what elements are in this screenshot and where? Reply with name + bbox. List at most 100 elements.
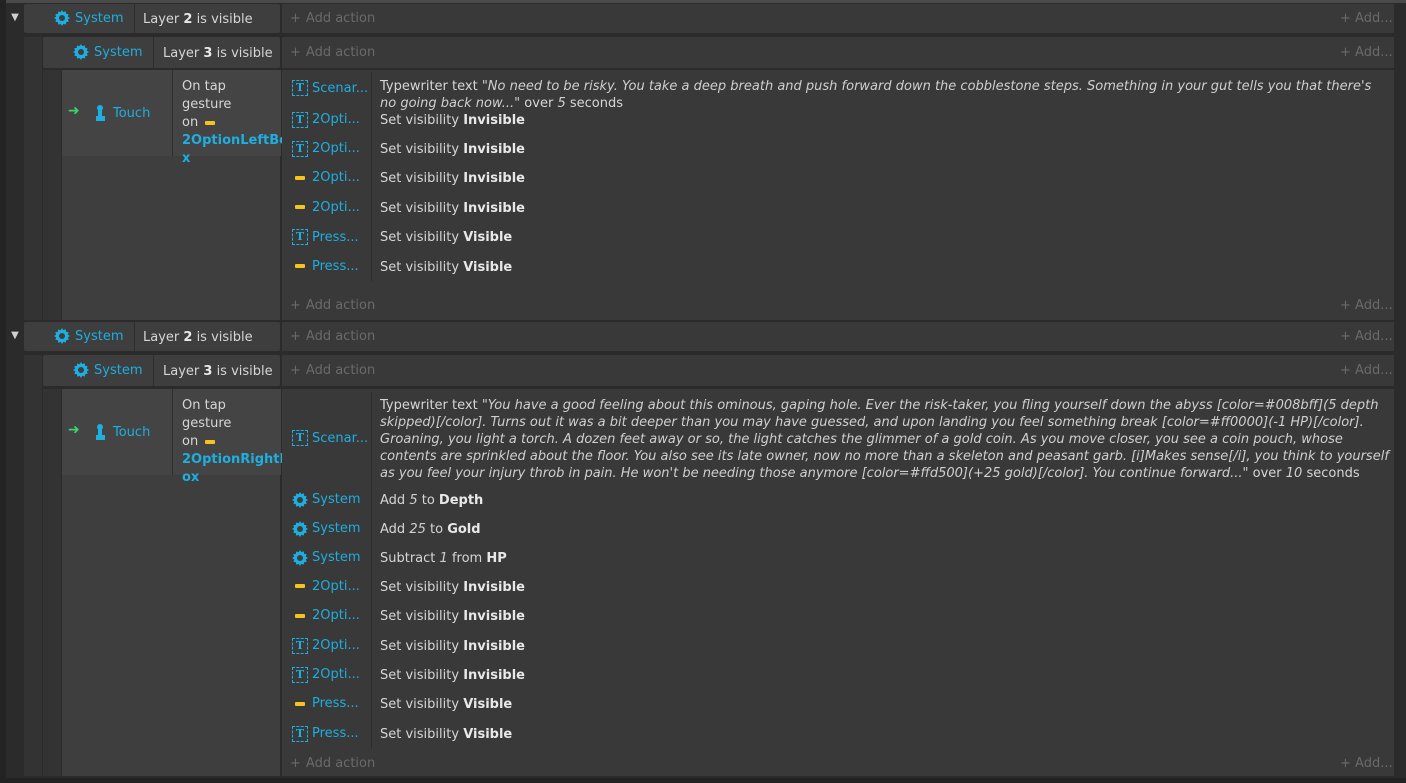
text-part: Layer <box>143 12 184 27</box>
action-object[interactable]: System <box>292 520 372 537</box>
event-condition-outer[interactable]: System Layer 2 is visible <box>24 4 280 33</box>
add-action-button[interactable]: + Add action <box>290 11 375 26</box>
condition-object[interactable]: Touch <box>92 423 150 441</box>
action-object[interactable]: T 2Opti... <box>292 140 372 157</box>
outer-action-area <box>282 4 1394 33</box>
action-object[interactable]: T Press... <box>292 229 372 245</box>
add-action-button[interactable]: + Add action <box>290 756 375 771</box>
sprite-icon <box>295 701 305 706</box>
text-part: Add... <box>1355 45 1393 60</box>
action-row[interactable]: System Subtract 1 from HP <box>282 544 1394 573</box>
action-row[interactable]: 2Opti... Set visibility Invisible <box>282 164 1394 194</box>
sprite-icon <box>295 205 305 209</box>
action-object[interactable]: T Scenar... <box>292 80 372 96</box>
action-row[interactable]: T 2Opti... Set visibility Invisible <box>282 106 1394 135</box>
add-menu-button[interactable]: + Add... <box>1340 298 1393 313</box>
add-menu-button[interactable]: + Add... <box>1340 756 1393 771</box>
action-object[interactable]: Press... <box>292 696 372 711</box>
action-row[interactable]: T Press... Set visibility Visible <box>282 720 1394 749</box>
text-part: on <box>182 115 199 130</box>
add-action-button[interactable]: + Add action <box>290 363 375 378</box>
action-row[interactable]: System Add 25 to Gold <box>282 515 1394 544</box>
value-bold: Invisible <box>463 668 525 683</box>
add-menu-button[interactable]: + Add... <box>1340 363 1393 378</box>
condition-object[interactable]: System <box>73 44 142 60</box>
action-object[interactable]: T Scenar... <box>292 430 372 446</box>
column-divider <box>371 106 372 135</box>
add-menu-button[interactable]: + Add... <box>1340 11 1393 26</box>
text-part: Add <box>380 493 410 508</box>
condition-object[interactable]: System <box>54 10 123 26</box>
action-object[interactable]: T 2Opti... <box>292 637 372 654</box>
condition-text: Layer 2 is visible <box>143 11 253 28</box>
trigger-condition[interactable]: ➜ Touch On tap gesture on 2OptionRightB ox <box>62 389 289 485</box>
column-divider <box>134 322 135 351</box>
condition-object[interactable]: Touch <box>92 104 150 122</box>
text-part: Layer <box>163 364 204 379</box>
text-part: System <box>312 521 361 536</box>
text-part: Set visibility <box>380 113 464 128</box>
action-object[interactable]: T 2Opti... <box>292 111 372 128</box>
action-object[interactable]: T 2Opti... <box>292 666 372 683</box>
gear-icon <box>73 362 89 378</box>
target-object-wrap[interactable]: ox <box>182 469 277 487</box>
event-condition-outer[interactable]: System Layer 2 is visible <box>24 322 280 351</box>
action-object[interactable]: 2Opti... <box>292 170 372 185</box>
add-action-button[interactable]: + Add action <box>290 45 375 60</box>
text-part: Add action <box>305 45 376 60</box>
text-icon: T <box>292 637 308 654</box>
action-row[interactable]: Press... Set visibility Visible <box>282 253 1394 282</box>
action-row[interactable]: System Add 5 to Depth <box>282 486 1394 515</box>
add-menu-button[interactable]: + Add... <box>1340 329 1393 344</box>
action-row[interactable]: T 2Opti... Set visibility Invisible <box>282 135 1394 164</box>
action-row[interactable]: 2Opti... Set visibility Invisible <box>282 602 1394 632</box>
action-row[interactable]: 2Opti... Set visibility Invisible <box>282 573 1394 602</box>
target-object[interactable]: 2OptionLeftBo <box>182 132 288 150</box>
column-divider <box>371 164 372 194</box>
value-bold: Invisible <box>463 142 525 157</box>
trigger-condition[interactable]: ➜ Touch On tap gesture on 2OptionLeftBo x <box>62 70 288 166</box>
sprite-icon <box>295 613 305 618</box>
action-text: Set visibility Visible <box>380 259 1390 276</box>
action-row[interactable]: T 2Opti... Set visibility Invisible <box>282 661 1394 690</box>
action-row[interactable]: T Scenar... Typewriter text "No need to be… <box>282 72 1394 111</box>
text-part: Set visibility <box>380 609 464 624</box>
action-object[interactable]: 2Opti... <box>292 608 372 623</box>
action-object[interactable]: Press... <box>292 259 372 274</box>
action-object[interactable]: 2Opti... <box>292 200 372 215</box>
actions-area: T Scenar... Typewriter text "You have a go… <box>282 389 1394 776</box>
action-row[interactable]: T Scenar... Typewriter text "You have a go… <box>282 392 1394 486</box>
text-part: is visible <box>212 46 273 61</box>
inner-action-area <box>282 355 1394 386</box>
trigger-arrow-icon: ➜ <box>68 103 80 119</box>
nesting-rail <box>24 37 42 320</box>
action-text: Set visibility Visible <box>380 726 1390 743</box>
condition-object[interactable]: System <box>73 362 142 378</box>
column-divider <box>371 392 372 486</box>
text-part: Press... <box>312 726 359 741</box>
text-icon: T <box>292 666 308 683</box>
action-object[interactable]: System <box>292 549 372 566</box>
add-action-button[interactable]: + Add action <box>290 329 375 344</box>
collapse-toggle[interactable]: ▼ <box>7 328 23 344</box>
add-action-button[interactable]: + Add action <box>290 298 375 313</box>
left-gutter <box>0 0 6 783</box>
condition-object[interactable]: System <box>54 328 123 344</box>
touch-icon <box>92 423 108 441</box>
action-row[interactable]: T 2Opti... Set visibility Invisible <box>282 632 1394 661</box>
action-object[interactable]: 2Opti... <box>292 579 372 594</box>
text-part: Set visibility <box>380 201 464 216</box>
action-object[interactable]: System <box>292 491 372 508</box>
action-row[interactable]: Press... Set visibility Visible <box>282 690 1394 720</box>
outer-action-area <box>282 322 1394 351</box>
add-menu-button[interactable]: + Add... <box>1340 45 1393 60</box>
action-row[interactable]: T Press... Set visibility Visible <box>282 223 1394 253</box>
event-condition-inner[interactable]: System Layer 3 is visible <box>43 37 280 68</box>
collapse-toggle[interactable]: ▼ <box>7 10 23 26</box>
action-row[interactable]: 2Opti... Set visibility Invisible <box>282 194 1394 223</box>
action-object[interactable]: T Press... <box>292 725 372 742</box>
event-condition-inner[interactable]: System Layer 3 is visible <box>43 355 280 386</box>
target-object[interactable]: 2OptionRightB <box>182 451 289 469</box>
number-value: 1 <box>439 551 448 566</box>
target-object-wrap[interactable]: x <box>182 150 277 168</box>
